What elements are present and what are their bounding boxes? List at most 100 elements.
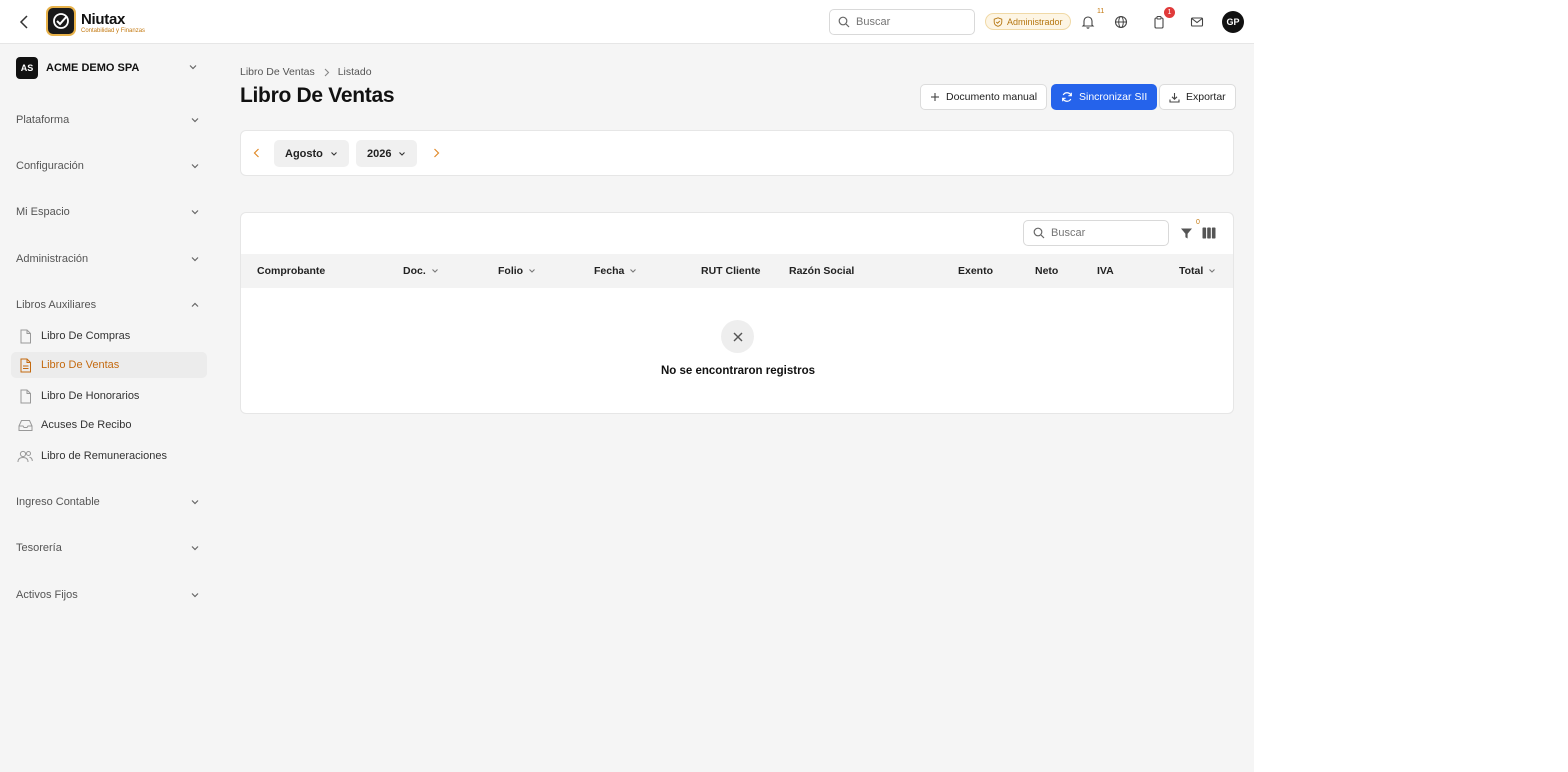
nav-group-label: Mi Espacio [16, 206, 70, 218]
global-search-input[interactable] [856, 16, 966, 28]
month-select[interactable]: Agosto [274, 140, 349, 167]
breadcrumb-current: Listado [337, 66, 372, 78]
table-search-input[interactable] [1051, 227, 1161, 239]
sales-table: 0 Comprobante Doc. Folio Fecha RUT Clien… [240, 212, 1234, 414]
nav-group-configuracion[interactable]: Configuración [16, 157, 202, 175]
column-header-iva[interactable]: IVA [1097, 265, 1114, 277]
nav-group-administracion[interactable]: Administración [16, 250, 202, 268]
chevron-down-icon [191, 164, 199, 169]
nav-group-label: Administración [16, 253, 89, 265]
column-label: RUT Cliente [701, 265, 761, 277]
nav-group-label: Activos Fijos [16, 589, 78, 601]
year-value: 2026 [367, 147, 392, 160]
users-icon [17, 448, 33, 464]
blank-area [1254, 0, 1568, 772]
nav-group-activos-fijos[interactable]: Activos Fijos [16, 586, 202, 604]
columns-icon [1202, 227, 1216, 239]
role-badge-label: Administrador [1007, 16, 1063, 27]
next-period-button[interactable] [429, 146, 443, 160]
document-icon [17, 328, 33, 344]
cart-count-badge: 1 [1164, 7, 1175, 18]
column-header-doc[interactable]: Doc. [403, 265, 439, 277]
column-header-comprobante[interactable]: Comprobante [257, 265, 325, 277]
column-label: Comprobante [257, 265, 326, 277]
brand-logo[interactable] [46, 6, 76, 36]
shield-check-icon [993, 16, 1003, 27]
sidebar-item-libro-honorarios[interactable]: Libro De Honorarios [11, 383, 207, 409]
column-header-rut-cliente[interactable]: RUT Cliente [701, 265, 761, 277]
column-header-neto[interactable]: Neto [1035, 265, 1058, 277]
column-header-total[interactable]: Total [1179, 265, 1216, 277]
search-icon [1033, 227, 1045, 239]
column-header-folio[interactable]: Folio [498, 265, 536, 277]
chevron-left-icon [19, 15, 28, 29]
sidebar-item-libro-remuneraciones[interactable]: Libro de Remuneraciones [11, 443, 207, 469]
sidebar-item-label: Libro De Ventas [41, 359, 120, 371]
column-label: Exento [958, 265, 994, 277]
sidebar-item-libro-ventas[interactable]: Libro De Ventas [11, 352, 207, 378]
search-icon [838, 16, 850, 28]
export-button[interactable]: Exportar [1159, 84, 1236, 110]
refresh-icon [1062, 92, 1072, 102]
brand-name: Niutax [81, 11, 126, 28]
columns-button[interactable] [1201, 225, 1217, 241]
document-icon [17, 357, 33, 373]
company-switcher[interactable]: AS ACME DEMO SPA [16, 57, 206, 79]
nav-group-libros-auxiliares[interactable]: Libros Auxiliares [16, 296, 202, 314]
globe-icon [1114, 15, 1128, 29]
plus-icon [931, 93, 939, 101]
notifications-count: 11 [1097, 8, 1105, 15]
top-bar: Niutax Contabilidad y Finanzas Administr… [0, 0, 1254, 44]
filter-icon [1180, 228, 1192, 238]
chevron-down-icon [630, 269, 637, 273]
column-header-fecha[interactable]: Fecha [594, 265, 637, 277]
breadcrumb: Libro De Ventas Listado [240, 66, 372, 78]
previous-period-button[interactable] [249, 146, 263, 160]
chevron-down-icon [191, 118, 199, 123]
company-name: ACME DEMO SPA [46, 62, 140, 74]
nav-group-label: Tesorería [16, 542, 62, 554]
manual-document-button[interactable]: Documento manual [920, 84, 1048, 110]
bell-icon [1081, 16, 1095, 29]
back-button[interactable] [14, 12, 34, 32]
clipboard-icon [1154, 16, 1164, 29]
column-header-razon-social[interactable]: Razón Social [789, 265, 854, 277]
messages-button[interactable] [1188, 13, 1206, 31]
chevron-right-icon [433, 148, 439, 158]
chevron-down-icon [191, 593, 199, 598]
sidebar-item-label: Libro de Remuneraciones [41, 450, 167, 462]
table-search[interactable] [1023, 220, 1169, 246]
chevron-down-icon [1209, 269, 1216, 273]
nav-group-mi-espacio[interactable]: Mi Espacio [16, 203, 202, 221]
period-selector: Agosto 2026 [240, 130, 1234, 176]
month-value: Agosto [285, 147, 323, 160]
filter-button[interactable] [1178, 225, 1194, 241]
chevron-down-icon [331, 151, 337, 156]
page-title: Libro De Ventas [240, 84, 395, 107]
sidebar-item-label: Libro De Compras [41, 330, 131, 342]
global-search[interactable] [829, 9, 975, 35]
chevron-right-icon [323, 68, 330, 77]
nav-group-ingreso-contable[interactable]: Ingreso Contable [16, 493, 202, 511]
user-avatar[interactable]: GP [1222, 11, 1244, 33]
breadcrumb-link[interactable]: Libro De Ventas [240, 66, 315, 78]
chevron-down-icon [431, 269, 438, 273]
company-avatar: AS [16, 57, 38, 79]
chevron-down-icon [191, 546, 199, 551]
chevron-down-icon [529, 269, 535, 273]
role-badge[interactable]: Administrador [985, 13, 1071, 30]
nav-group-tesoreria[interactable]: Tesorería [16, 539, 202, 557]
apps-button[interactable] [1112, 13, 1130, 31]
mail-icon [1190, 17, 1204, 27]
nav-group-plataforma[interactable]: Plataforma [16, 111, 202, 129]
year-select[interactable]: 2026 [356, 140, 418, 167]
sidebar-item-acuses-recibo[interactable]: Acuses De Recibo [11, 412, 207, 438]
nav-group-label: Configuración [16, 160, 84, 172]
sync-sii-button[interactable]: Sincronizar SII [1051, 84, 1158, 110]
column-label: IVA [1097, 265, 1114, 277]
chevron-left-icon [253, 148, 259, 158]
notifications-button[interactable] [1079, 13, 1097, 31]
column-header-exento[interactable]: Exento [958, 265, 993, 277]
sidebar-item-libro-compras[interactable]: Libro De Compras [11, 323, 207, 349]
chevron-down-icon [191, 257, 199, 262]
